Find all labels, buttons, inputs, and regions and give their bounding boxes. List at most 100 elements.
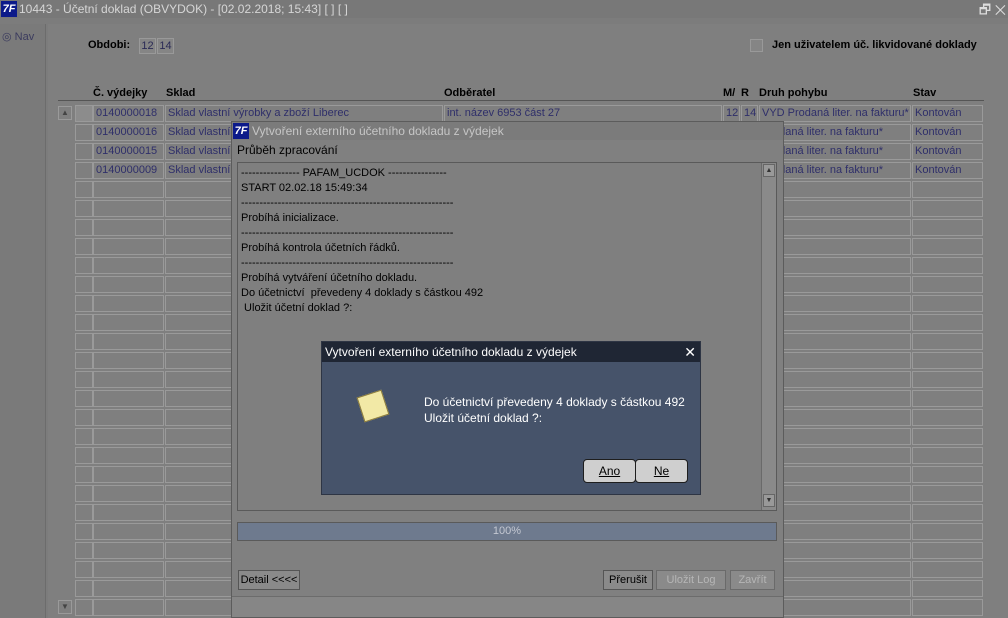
table-cell-vydejka[interactable]: 0140000015 <box>93 143 164 160</box>
table-cell-vydejka[interactable] <box>93 181 164 198</box>
table-cell-stav[interactable] <box>912 371 983 388</box>
table-cell-vydejka[interactable] <box>93 352 164 369</box>
table-cell-stav[interactable] <box>912 447 983 464</box>
row-selector[interactable] <box>75 162 93 179</box>
yes-button[interactable]: Ano <box>583 459 636 483</box>
row-selector[interactable] <box>75 580 93 597</box>
table-cell-stav[interactable]: Kontován <box>912 162 983 179</box>
table-cell-vydejka[interactable] <box>93 428 164 445</box>
msgbox-close-icon[interactable]: ✕ <box>684 342 696 362</box>
table-cell-stav[interactable] <box>912 485 983 502</box>
table-cell-odberatel[interactable]: int. název 6953 část 27 <box>444 105 722 122</box>
row-selector[interactable] <box>75 599 93 616</box>
table-cell-stav[interactable] <box>912 276 983 293</box>
nav-button[interactable]: ◎ Nav <box>2 30 34 43</box>
table-cell-stav[interactable] <box>912 181 983 198</box>
table-cell-stav[interactable] <box>912 200 983 217</box>
row-selector[interactable] <box>75 276 93 293</box>
col-header-stav[interactable]: Stav <box>913 87 936 99</box>
restore-icon[interactable]: 🗗 <box>979 2 991 17</box>
month-field[interactable]: 12 <box>139 38 156 54</box>
row-selector[interactable] <box>75 143 93 160</box>
col-header-r[interactable]: R <box>741 87 749 99</box>
close-button[interactable]: Zavřít <box>730 570 775 590</box>
col-header-vydejka[interactable]: Č. výdejky <box>93 87 147 99</box>
table-cell-vydejka[interactable] <box>93 257 164 274</box>
save-log-button[interactable]: Uložit Log <box>656 570 726 590</box>
table-cell-vydejka[interactable] <box>93 314 164 331</box>
table-cell-stav[interactable] <box>912 352 983 369</box>
table-cell-stav[interactable] <box>912 580 983 597</box>
table-cell-stav[interactable] <box>912 314 983 331</box>
row-selector[interactable] <box>75 105 93 122</box>
table-cell-vydejka[interactable] <box>93 523 164 540</box>
no-button[interactable]: Ne <box>635 459 688 483</box>
table-cell-stav[interactable] <box>912 295 983 312</box>
table-cell-stav[interactable]: Kontován <box>912 124 983 141</box>
table-cell-stav[interactable] <box>912 409 983 426</box>
table-cell-stav[interactable]: Kontován <box>912 143 983 160</box>
table-cell-stav[interactable] <box>912 523 983 540</box>
table-cell-vydejka[interactable]: 0140000016 <box>93 124 164 141</box>
table-cell-vydejka[interactable] <box>93 409 164 426</box>
row-selector[interactable] <box>75 485 93 502</box>
row-selector[interactable] <box>75 181 93 198</box>
table-cell-stav[interactable] <box>912 219 983 236</box>
table-cell-vydejka[interactable] <box>93 219 164 236</box>
row-selector[interactable] <box>75 561 93 578</box>
row-selector[interactable] <box>75 371 93 388</box>
row-selector[interactable] <box>75 124 93 141</box>
log-scrollbar[interactable]: ▲ ▼ <box>761 163 776 510</box>
row-selector[interactable] <box>75 295 93 312</box>
table-cell-vydejka[interactable] <box>93 371 164 388</box>
table-cell-stav[interactable] <box>912 561 983 578</box>
table-cell-vydejka[interactable] <box>93 295 164 312</box>
log-scroll-down-icon[interactable]: ▼ <box>763 494 775 507</box>
row-selector[interactable] <box>75 523 93 540</box>
row-selector[interactable] <box>75 352 93 369</box>
row-selector[interactable] <box>75 447 93 464</box>
table-cell-stav[interactable] <box>912 333 983 350</box>
table-cell-vydejka[interactable] <box>93 466 164 483</box>
table-cell-vydejka[interactable] <box>93 200 164 217</box>
table-cell-druh[interactable]: VYD Prodaná liter. na fakturu* <box>759 105 911 122</box>
row-selector[interactable] <box>75 238 93 255</box>
log-scroll-up-icon[interactable]: ▲ <box>763 164 775 177</box>
row-selector[interactable] <box>75 200 93 217</box>
table-cell-stav[interactable] <box>912 390 983 407</box>
table-cell-vydejka[interactable] <box>93 238 164 255</box>
table-cell-vydejka[interactable] <box>93 504 164 521</box>
table-cell-vydejka[interactable] <box>93 485 164 502</box>
row-selector[interactable] <box>75 428 93 445</box>
table-cell-m[interactable]: 12 <box>723 105 740 122</box>
detail-button[interactable]: Detail <<<< <box>238 570 300 590</box>
table-cell-vydejka[interactable]: 0140000018 <box>93 105 164 122</box>
row-selector[interactable] <box>75 333 93 350</box>
table-cell-stav[interactable] <box>912 504 983 521</box>
table-cell-vydejka[interactable] <box>93 599 164 616</box>
close-icon[interactable]: ✕ <box>995 2 1006 17</box>
table-cell-vydejka[interactable] <box>93 447 164 464</box>
col-header-odberatel[interactable]: Odběratel <box>444 87 495 99</box>
row-selector[interactable] <box>75 409 93 426</box>
row-selector[interactable] <box>75 390 93 407</box>
col-header-sklad[interactable]: Sklad <box>166 87 195 99</box>
interrupt-button[interactable]: Přerušit <box>603 570 653 590</box>
table-cell-stav[interactable] <box>912 599 983 616</box>
row-selector[interactable] <box>75 314 93 331</box>
row-selector[interactable] <box>75 219 93 236</box>
scroll-down-button[interactable]: ▼ <box>58 600 72 614</box>
table-cell-vydejka[interactable] <box>93 390 164 407</box>
row-selector[interactable] <box>75 257 93 274</box>
table-cell-vydejka[interactable]: 0140000009 <box>93 162 164 179</box>
table-cell-stav[interactable] <box>912 257 983 274</box>
scroll-up-button[interactable]: ▲ <box>58 106 72 120</box>
table-cell-stav[interactable] <box>912 466 983 483</box>
table-cell-stav[interactable] <box>912 542 983 559</box>
table-cell-stav[interactable]: Kontován <box>912 105 983 122</box>
table-cell-stav[interactable] <box>912 428 983 445</box>
table-cell-r[interactable]: 14 <box>741 105 758 122</box>
table-cell-stav[interactable] <box>912 238 983 255</box>
table-cell-vydejka[interactable] <box>93 542 164 559</box>
row-selector[interactable] <box>75 504 93 521</box>
